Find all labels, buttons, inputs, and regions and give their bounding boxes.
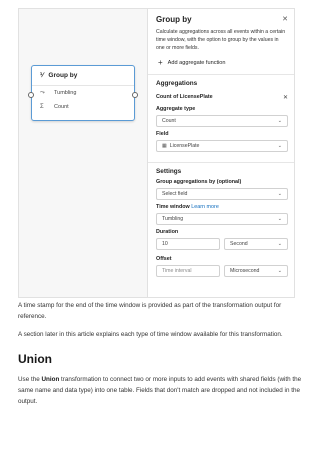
paragraph: A time stamp for the end of the time win… [18,302,282,321]
aggregate-type-value: Count [162,118,176,125]
plus-icon: + [158,58,163,68]
learn-more-link[interactable]: Learn more [191,204,219,210]
paragraph-text: transformation to connect two or more in… [18,376,302,406]
panel-description: Calculate aggregations across all events… [156,29,286,52]
group-by-select[interactable]: Select field ⌄ [156,188,288,201]
diagram-canvas: ⅟ Group by ⤳ Tumbling Σ Count [19,9,147,297]
sigma-icon: Σ [40,104,44,110]
section-heading: Union [18,352,52,367]
settings-title: Settings [156,168,182,176]
group-by-node[interactable]: ⅟ Group by ⤳ Tumbling Σ Count [28,65,138,121]
time-window-select[interactable]: Tumbling ⌄ [156,213,288,226]
article-body: A time stamp for the end of the time win… [18,300,308,414]
node-row-label: Count [54,104,69,110]
union-term: Union [41,376,60,384]
node-row-tumbling: ⤳ Tumbling [32,86,134,100]
offset-unit-select[interactable]: Microsecond ⌄ [224,265,288,278]
field-label: Field [156,131,169,138]
aggregation-item-label: Count of LicensePlate [156,94,213,101]
aggregate-type-label: Aggregate type [156,106,196,113]
duration-unit-select[interactable]: Second ⌄ [224,238,288,251]
offset-unit-value: Microsecond [230,268,260,275]
node-header: ⅟ Group by [32,66,134,86]
add-aggregate-label: Add aggregate function [167,59,226,66]
time-window-label-text: Time window [156,204,190,211]
time-window-label: Time window Learn more [156,204,288,210]
chevron-down-icon: ⌄ [277,241,282,248]
group-by-value: Select field [162,191,188,198]
node-row-label: Tumbling [54,90,77,96]
field-select[interactable]: ▦ LicensePlate ⌄ [156,140,288,153]
duration-label: Duration [156,229,179,236]
time-window-value: Tumbling [162,216,184,223]
duration-unit-value: Second [230,241,248,248]
remove-aggregation-icon[interactable]: ✕ [283,94,288,101]
offset-label: Offset [156,256,172,263]
node-title: Group by [48,72,78,79]
aggregations-section: Aggregations Count of LicensePlate ✕ Agg… [148,74,294,162]
chevron-down-icon: ⌄ [277,268,282,275]
add-aggregate-button[interactable]: + Add aggregate function [158,58,288,67]
tumbling-window-icon: ⤳ [40,89,45,96]
config-panel: Group by ✕ Calculate aggregations across… [147,9,294,297]
node-row-count: Σ Count [32,100,134,114]
aggregate-type-select[interactable]: Count ⌄ [156,115,288,128]
table-icon: ▦ [162,143,167,150]
paragraph-text: Use the [18,376,42,384]
output-port[interactable] [132,92,138,98]
offset-row: Time interval Microsecond ⌄ [156,265,288,281]
duration-row: 10 Second ⌄ [156,238,288,254]
aggregation-item[interactable]: Count of LicensePlate ✕ [156,91,288,103]
field-value: LicensePlate [169,143,200,150]
chevron-down-icon: ⌄ [277,143,282,150]
duration-input[interactable]: 10 [156,238,220,251]
settings-section: Settings Group aggregations by (optional… [148,162,294,281]
panel-title: Group by [156,15,192,24]
close-icon[interactable]: ✕ [282,15,288,23]
group-by-icon: ⅟ [40,73,44,79]
input-port[interactable] [28,92,34,98]
paragraph: A section later in this article explains… [18,331,283,339]
chevron-down-icon: ⌄ [277,216,282,223]
chevron-down-icon: ⌄ [277,118,282,125]
group-by-label: Group aggregations by (optional) [156,179,242,186]
offset-input[interactable]: Time interval [156,265,220,278]
chevron-down-icon: ⌄ [277,191,282,198]
aggregations-title: Aggregations [156,80,198,88]
screenshot-frame: ⅟ Group by ⤳ Tumbling Σ Count Group by ✕… [18,8,295,298]
paragraph: Use the Union transformation to connect … [18,374,308,407]
